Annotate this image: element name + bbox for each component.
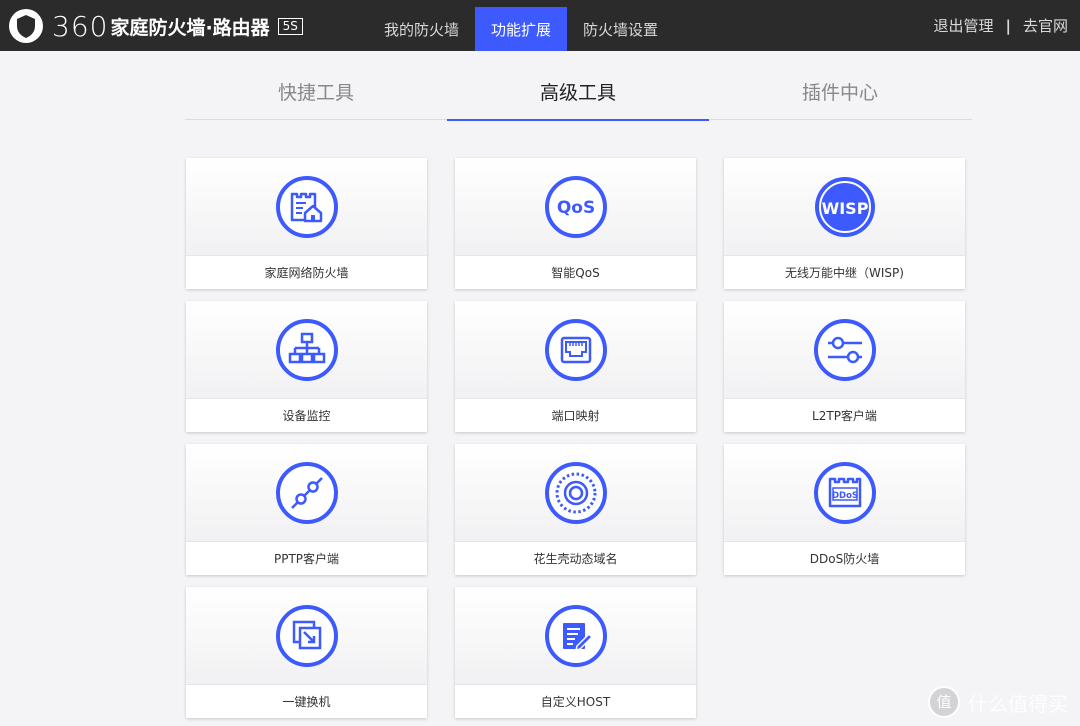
tool-label: 花生壳动态域名 — [455, 541, 696, 575]
tool-card-dynamic-dns[interactable]: 花生壳动态域名 — [455, 444, 696, 575]
tools-grid: 家庭网络防火墙 QoS 智能QoS WISP 无线万能中继（WISP) 设备监控… — [186, 158, 966, 718]
wisp-icon-text: WISP — [821, 199, 868, 218]
nav-my-firewall[interactable]: 我的防火墙 — [368, 0, 475, 51]
separator: | — [1005, 16, 1011, 35]
tool-card-pptp-client[interactable]: PPTP客户端 — [186, 444, 427, 575]
migrate-icon — [275, 604, 339, 668]
sub-tabs: 快捷工具 高级工具 插件中心 — [185, 70, 972, 121]
tool-label: DDoS防火墙 — [724, 541, 965, 575]
tab-quick-tools[interactable]: 快捷工具 — [185, 70, 447, 119]
tool-card-smart-qos[interactable]: QoS 智能QoS — [455, 158, 696, 289]
brand-title: 家庭防火墙·路由器 — [110, 16, 270, 39]
nav-firewall-settings[interactable]: 防火墙设置 — [567, 0, 674, 51]
tool-label: 自定义HOST — [455, 684, 696, 718]
brand-number: 360 — [52, 9, 109, 43]
home-firewall-icon — [275, 175, 339, 239]
tool-card-home-firewall[interactable]: 家庭网络防火墙 — [186, 158, 427, 289]
sliders-icon — [813, 318, 877, 382]
ethernet-port-icon — [544, 318, 608, 382]
ddos-firewall-icon: DDoS — [813, 461, 877, 525]
qos-icon: QoS — [544, 175, 608, 239]
link-icon — [275, 461, 339, 525]
top-bar: 360 家庭防火墙·路由器 5S 我的防火墙 功能扩展 防火墙设置 退出管理 |… — [0, 0, 1080, 51]
tool-card-ddos-firewall[interactable]: DDoS DDoS防火墙 — [724, 444, 965, 575]
watermark-logo-icon: 值 — [928, 686, 960, 718]
model-badge: 5S — [277, 17, 303, 35]
tab-plugin-center[interactable]: 插件中心 — [709, 70, 971, 119]
logout-link[interactable]: 退出管理 — [933, 15, 993, 36]
watermark-text: 什么值得买 — [968, 691, 1068, 716]
tool-card-one-click-migrate[interactable]: 一键换机 — [186, 587, 427, 718]
tool-label: 智能QoS — [455, 255, 696, 289]
tool-label: 设备监控 — [186, 398, 427, 432]
tab-advanced-tools[interactable]: 高级工具 — [447, 70, 709, 121]
tool-card-device-monitor[interactable]: 设备监控 — [186, 301, 427, 432]
shield-logo-icon — [9, 9, 43, 43]
top-right-links: 退出管理 | 去官网 — [933, 0, 1068, 51]
network-topology-icon — [275, 318, 339, 382]
brand-logo[interactable]: 360 家庭防火墙·路由器 5S — [52, 9, 303, 43]
tool-label: 家庭网络防火墙 — [186, 255, 427, 289]
tool-card-wisp[interactable]: WISP 无线万能中继（WISP) — [724, 158, 965, 289]
official-site-link[interactable]: 去官网 — [1023, 15, 1068, 36]
nav-feature-extension[interactable]: 功能扩展 — [475, 7, 568, 51]
tool-label: PPTP客户端 — [186, 541, 427, 575]
tool-card-port-mapping[interactable]: 端口映射 — [455, 301, 696, 432]
tool-card-custom-host[interactable]: 自定义HOST — [455, 587, 696, 718]
ddos-icon-text: DDoS — [831, 491, 857, 501]
top-nav: 我的防火墙 功能扩展 防火墙设置 — [368, 0, 674, 51]
tool-label: 无线万能中继（WISP) — [724, 255, 965, 289]
wisp-icon: WISP — [813, 175, 877, 239]
tool-card-l2tp-client[interactable]: L2TP客户端 — [724, 301, 965, 432]
edit-document-icon — [544, 604, 608, 668]
dynamic-dns-icon — [544, 461, 608, 525]
tool-label: 一键换机 — [186, 684, 427, 718]
tool-label: L2TP客户端 — [724, 398, 965, 432]
qos-icon-text: QoS — [556, 198, 594, 218]
watermark: 值 什么值得买 — [928, 686, 1068, 718]
tool-label: 端口映射 — [455, 398, 696, 432]
